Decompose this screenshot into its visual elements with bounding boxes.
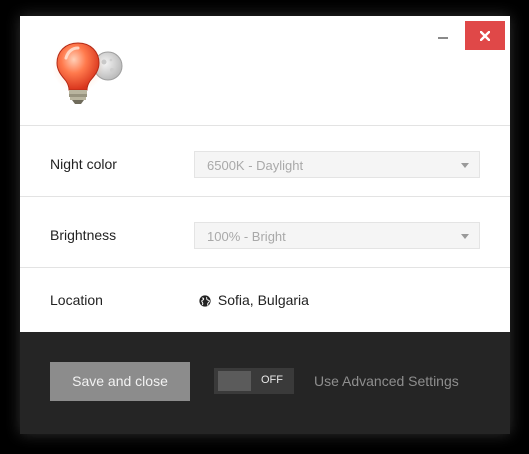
- minimize-icon: [438, 37, 448, 39]
- toggle-state-label: OFF: [261, 374, 283, 386]
- chevron-down-icon: [461, 163, 469, 168]
- settings-window: Night color 6500K - Daylight Brightness …: [20, 16, 510, 434]
- light-bulb-moon-icon: [50, 36, 130, 106]
- night-color-label: Night color: [50, 156, 117, 172]
- location-label: Location: [50, 292, 103, 308]
- footer-bar: Save and close OFF Use Advanced Settings: [20, 332, 510, 434]
- toggle-knob: [218, 371, 251, 391]
- location-link[interactable]: Sofia, Bulgaria: [199, 292, 309, 308]
- close-button[interactable]: [465, 21, 505, 50]
- advanced-settings-toggle[interactable]: OFF: [214, 368, 294, 394]
- brightness-row: Brightness 100% - Bright: [20, 197, 510, 268]
- minimize-button[interactable]: [434, 26, 454, 46]
- brightness-select[interactable]: 100% - Bright: [194, 222, 480, 249]
- window-header: [20, 16, 510, 126]
- night-color-select[interactable]: 6500K - Daylight: [194, 151, 480, 178]
- night-color-row: Night color 6500K - Daylight: [20, 126, 510, 197]
- brightness-value: 100% - Bright: [207, 229, 286, 244]
- globe-icon: [199, 295, 211, 307]
- advanced-settings-label[interactable]: Use Advanced Settings: [314, 373, 459, 389]
- location-row: Location Sofia, Bulgaria: [20, 268, 510, 332]
- save-and-close-button[interactable]: Save and close: [50, 362, 190, 401]
- night-color-value: 6500K - Daylight: [207, 158, 304, 173]
- brightness-label: Brightness: [50, 227, 117, 243]
- chevron-down-icon: [461, 234, 469, 239]
- location-value: Sofia, Bulgaria: [217, 292, 309, 308]
- close-icon: [480, 31, 490, 41]
